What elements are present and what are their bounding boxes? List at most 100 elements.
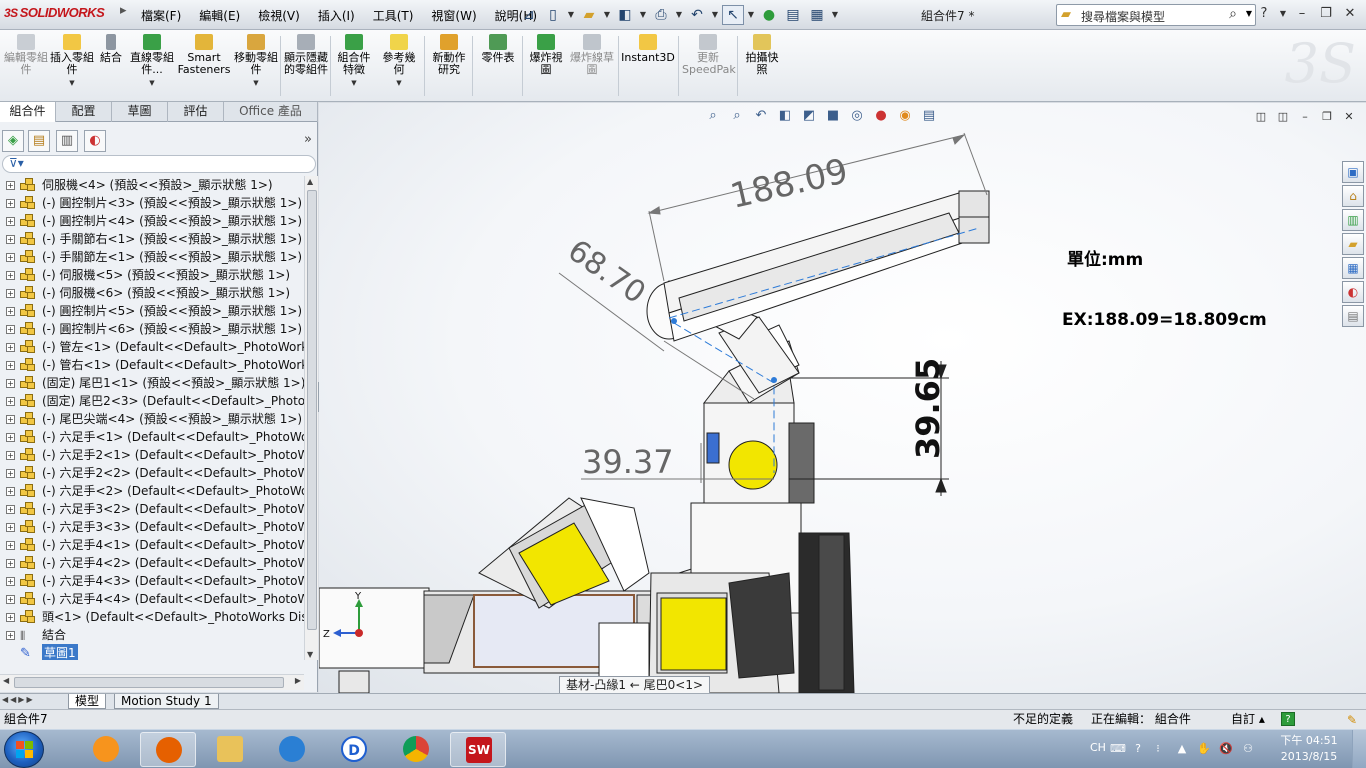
mate-button[interactable]: 結合	[96, 34, 126, 64]
open-dropdown-icon[interactable]: ▼	[602, 5, 612, 25]
hscroll-thumb[interactable]	[14, 677, 284, 688]
logo-arrow-icon[interactable]: ▸	[120, 2, 127, 18]
tree-expand-icon[interactable]: +	[6, 469, 15, 478]
insert-component-dropdown-icon[interactable]: ▼	[50, 77, 94, 89]
undo-icon[interactable]: ↶	[686, 5, 708, 25]
taskbar-chrome[interactable]	[388, 732, 444, 767]
tab-motion-study-1[interactable]: Motion Study 1	[114, 694, 219, 709]
minimize-button[interactable]: –	[1292, 5, 1312, 23]
configuration-manager-icon[interactable]: ▥	[56, 130, 78, 152]
help-dropdown-icon[interactable]: ▼	[1278, 5, 1288, 23]
menu-view[interactable]: 檢視(V)	[249, 7, 309, 25]
tree-expand-icon[interactable]: +	[6, 613, 15, 622]
taskbar-app-d[interactable]: D	[326, 732, 382, 767]
tree-item[interactable]: + 頭<1> (Default<<Default>_PhotoWorks Disp…	[0, 608, 304, 626]
take-snapshot-button[interactable]: 拍攝快照	[742, 34, 782, 76]
tree-item[interactable]: + (-) 手關節左<1> (預設<<預設>_顯示狀態 1>)	[0, 248, 304, 266]
property-manager-icon[interactable]: ▤	[28, 130, 50, 152]
close-button[interactable]: ✕	[1340, 5, 1360, 23]
menu-tools[interactable]: 工具(T)	[364, 7, 423, 25]
tree-expand-icon[interactable]: +	[6, 577, 15, 586]
tab-office-products[interactable]: Office 產品	[224, 102, 318, 122]
assembly-features-button[interactable]: 組合件特徵 ▼	[334, 34, 374, 89]
exploded-view-button[interactable]: 爆炸視圖	[526, 34, 566, 76]
tree-item[interactable]: + (-) 尾巴尖端<4> (預設<<預設>_顯示狀態 1>)	[0, 410, 304, 428]
update-speedpak-button[interactable]: 更新SpeedPak	[682, 34, 736, 76]
taskbar-explorer[interactable]	[202, 732, 258, 767]
system-clock[interactable]: 下午 04:51 2013/8/15	[1280, 733, 1338, 765]
tree-expand-icon[interactable]: +	[6, 199, 15, 208]
tree-item[interactable]: + (-) 六足手4<3> (Default<<Default>_PhotoWor	[0, 572, 304, 590]
tree-item[interactable]: + (-) 圓控制片<6> (預設<<預設>_顯示狀態 1>)	[0, 320, 304, 338]
tab-model[interactable]: 模型	[68, 694, 107, 709]
tree-item[interactable]: + (-) 六足手4<2> (Default<<Default>_PhotoWor	[0, 554, 304, 572]
reference-geometry-dropdown-icon[interactable]: ▼	[378, 77, 420, 89]
network-icon[interactable]: ⚇	[1240, 741, 1256, 757]
tree-item[interactable]: + (-) 六足手<2> (Default<<Default>_PhotoWork	[0, 482, 304, 500]
tree-expand-icon[interactable]: +	[6, 217, 15, 226]
select-dropdown-icon[interactable]: ▼	[746, 5, 756, 25]
tree-item[interactable]: + (-) 六足手<1> (Default<<Default>_PhotoWork	[0, 428, 304, 446]
home-icon[interactable]: ⌂	[1342, 185, 1364, 207]
previous-view-icon[interactable]: ↶	[751, 107, 771, 125]
dimension-text-68[interactable]: 68.70	[561, 233, 651, 311]
tree-expand-icon[interactable]: +	[6, 451, 15, 460]
tree-expand-icon[interactable]: +	[6, 559, 15, 568]
show-desktop-button[interactable]	[1352, 730, 1366, 768]
search-dropdown-icon[interactable]: ▼	[1246, 9, 1252, 18]
scroll-right-arrow-icon[interactable]: ▶	[295, 676, 301, 685]
solidworks-resources-icon[interactable]: ▣	[1342, 161, 1364, 183]
search-icon[interactable]: ⌕	[1229, 6, 1237, 22]
taskbar-app-1[interactable]	[78, 732, 134, 767]
new-motion-study-button[interactable]: 新動作研究	[428, 34, 470, 76]
menu-insert[interactable]: 插入(I)	[309, 7, 364, 25]
filter-icon[interactable]: ⊽▾	[9, 156, 24, 170]
tree-item[interactable]: + (-) 六足手4<4> (Default<<Default>_PhotoWor	[0, 590, 304, 608]
scroll-down-arrow-icon[interactable]: ▼	[307, 650, 313, 659]
scroll-up-arrow-icon[interactable]: ▲	[307, 177, 313, 186]
tree-expand-icon[interactable]: +	[6, 541, 15, 550]
viewport-tile-icon[interactable]: ◫	[1252, 109, 1270, 125]
start-button[interactable]	[4, 731, 44, 768]
edit-component-button[interactable]: 編輯零組件	[4, 34, 48, 76]
menu-file[interactable]: 檔案(F)	[132, 7, 190, 25]
tab-sketch[interactable]: 草圖	[112, 102, 168, 122]
expand-chevron-icon[interactable]: »	[304, 132, 312, 147]
tree-expand-icon[interactable]: +	[6, 289, 15, 298]
tree-item[interactable]: + (-) 伺服機<6> (預設<<預設>_顯示狀態 1>)	[0, 284, 304, 302]
tree-expand-icon[interactable]: +	[6, 379, 15, 388]
rebuild-traffic-light-icon[interactable]: ●	[758, 5, 780, 25]
smart-fasteners-button[interactable]: Smart Fasteners	[176, 34, 232, 76]
tree-expand-icon[interactable]: +	[6, 523, 15, 532]
zoom-to-fit-icon[interactable]: ⌕	[703, 107, 723, 125]
tree-expand-icon[interactable]: +	[6, 595, 15, 604]
tree-expand-icon[interactable]: +	[6, 271, 15, 280]
tree-expand-icon[interactable]: +	[6, 397, 15, 406]
taskbar-solidworks[interactable]: SW	[450, 732, 506, 767]
file-explorer-icon[interactable]: ▰	[1342, 233, 1364, 255]
linear-pattern-dropdown-icon[interactable]: ▼	[130, 77, 174, 89]
tree-expand-icon[interactable]: +	[6, 181, 15, 190]
appearances-icon[interactable]: ◐	[1342, 281, 1364, 303]
input-language[interactable]: CH	[1090, 741, 1106, 754]
save-icon[interactable]: ◧	[614, 5, 636, 25]
tree-item[interactable]: + (-) 伺服機<5> (預設<<預設>_顯示狀態 1>)	[0, 266, 304, 284]
tree-item[interactable]: + (-) 圓控制片<3> (預設<<預設>_顯示狀態 1>)	[0, 194, 304, 212]
help-icon[interactable]: ?	[1254, 5, 1274, 23]
dimension-text-39-37[interactable]: 39.37	[582, 443, 674, 481]
instant3d-button[interactable]: Instant3D	[620, 34, 676, 64]
tree-item[interactable]: + (固定) 尾巴1<1> (預設<<預設>_顯示狀態 1>)	[0, 374, 304, 392]
print-icon[interactable]: ⎙	[650, 5, 672, 25]
restore-button[interactable]: ❐	[1316, 5, 1336, 23]
tree-expand-icon[interactable]: +	[6, 253, 15, 262]
pin-icon[interactable]: ⊿	[518, 5, 540, 25]
tab-layout[interactable]: 配置	[56, 102, 112, 122]
assembly-features-dropdown-icon[interactable]: ▼	[334, 77, 374, 89]
tree-expand-icon[interactable]: +	[6, 343, 15, 352]
taskbar-ie[interactable]	[264, 732, 320, 767]
new-document-icon[interactable]: ▯	[542, 5, 564, 25]
tree-expand-icon[interactable]: +	[6, 307, 15, 316]
reference-geometry-button[interactable]: 參考幾何 ▼	[378, 34, 420, 89]
tree-item[interactable]: + (-) 管右<1> (Default<<Default>_PhotoWorks…	[0, 356, 304, 374]
tree-item[interactable]: + 伺服機<4> (預設<<預設>_顯示狀態 1>)	[0, 176, 304, 194]
